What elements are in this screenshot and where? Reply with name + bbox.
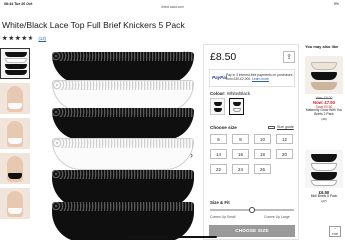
home-indicator — [125, 236, 217, 238]
paypal-logo: PayPal — [212, 75, 228, 80]
also-like-header: You may also like — [305, 44, 339, 49]
product-rating[interactable]: (13) — [2, 35, 46, 41]
thumbnail-pack[interactable] — [0, 48, 30, 79]
choose-size-label: Choose size — [210, 125, 237, 130]
thumbnail-strip — [0, 48, 32, 223]
also-like-name[interactable]: Maternity Grow With You Briefs 2 Pack — [305, 108, 343, 117]
wishlist-heart-icon[interactable]: ♡ — [182, 50, 190, 61]
fit-scale — [210, 207, 294, 213]
star-icon — [21, 35, 27, 41]
rating-count-link[interactable]: (13) — [39, 36, 46, 41]
thumbnail-model-4[interactable] — [0, 188, 30, 219]
colour-swatch-white-black[interactable] — [229, 98, 244, 115]
also-like-image[interactable] — [305, 150, 343, 188]
star-icon — [8, 35, 14, 41]
size-option[interactable]: 14 — [210, 149, 227, 159]
ruler-icon — [268, 125, 275, 129]
address-bar[interactable]: direct.asda.com — [0, 5, 345, 9]
half-star-icon — [28, 35, 34, 41]
size-option[interactable]: 16 — [232, 149, 249, 159]
also-like-image[interactable] — [305, 56, 343, 94]
purchase-panel: £8.50 ⇪ PayPal Pay in 3 interest-free pa… — [203, 44, 299, 240]
paypal-learn-more-link[interactable]: Learn more — [252, 77, 269, 81]
share-icon[interactable]: ⇪ — [283, 51, 295, 63]
paypal-banner: PayPal Pay in 3 interest-free payments o… — [209, 69, 295, 87]
size-option[interactable]: 20 — [276, 149, 293, 159]
status-bar: 08:44 Tue 26 Oct direct.asda.com 9% — [0, 0, 345, 9]
size-option[interactable]: 8 — [232, 134, 249, 144]
also-like-item[interactable]: Was: £8.00 Now: £7.50 Save £0.50 Materni… — [305, 56, 343, 121]
thumbnail-model-3[interactable] — [0, 153, 30, 184]
also-like-rating: (27) — [321, 198, 327, 203]
also-like-item[interactable]: £6.50 Midi Briefs 5 Pack (27) — [305, 150, 343, 203]
main-product-image[interactable] — [38, 48, 198, 240]
colour-value: White/Black — [226, 91, 251, 96]
product-price: £8.50 — [210, 51, 237, 63]
size-option[interactable]: 12 — [276, 134, 293, 144]
size-option[interactable]: 10 — [254, 134, 271, 144]
battery-indicator: 9% — [333, 2, 339, 6]
size-guide-link[interactable]: Size guide — [268, 125, 294, 129]
also-like-section: You may also like Was: £8.00 Now: £7.50 … — [303, 44, 345, 240]
size-option[interactable]: 18 — [254, 149, 271, 159]
colour-swatch-black[interactable] — [210, 98, 225, 115]
size-grid: 6 8 10 12 14 16 18 20 22 24 26 — [210, 134, 296, 174]
size-option[interactable]: 24 — [232, 164, 249, 174]
size-option[interactable]: 22 — [210, 164, 227, 174]
product-title: White/Black Lace Top Full Brief Knickers… — [2, 20, 185, 30]
colour-heading: Colour: — [210, 91, 226, 96]
choose-size-button[interactable]: CHOOSE SIZE — [209, 225, 295, 237]
next-image-chevron-icon[interactable]: › — [190, 150, 193, 160]
thumbnail-model-2[interactable] — [0, 118, 30, 149]
colour-label: Colour: White/Black — [210, 91, 250, 96]
fit-small-label: Comes Up Small — [210, 215, 236, 219]
also-like-rating: (40) — [321, 116, 327, 121]
fit-scale-marker — [249, 207, 255, 213]
star-icon — [2, 35, 8, 41]
size-option[interactable]: 6 — [210, 134, 227, 144]
back-to-top-button[interactable]: ^ TOP — [329, 226, 341, 237]
fit-large-label: Comes Up Large — [264, 215, 290, 219]
star-icon — [15, 35, 21, 41]
size-option[interactable]: 26 — [254, 164, 271, 174]
size-fit-label: Size & Fit — [210, 200, 230, 205]
thumbnail-model-1[interactable] — [0, 83, 30, 114]
